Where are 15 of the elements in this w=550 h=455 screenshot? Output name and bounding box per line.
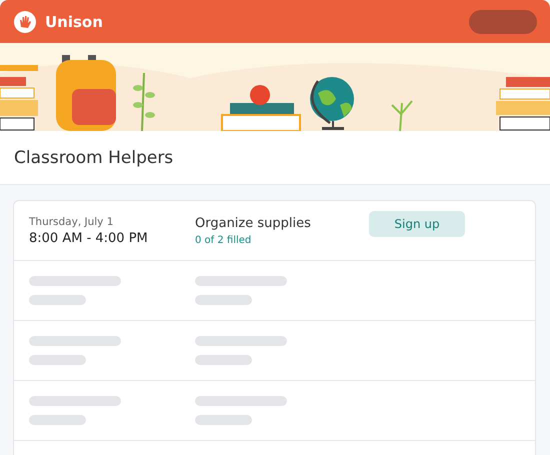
skeleton-line <box>195 415 252 425</box>
hand-logo-icon <box>14 10 36 32</box>
skeleton-line <box>29 415 86 425</box>
skeleton-line <box>29 295 86 305</box>
skeleton-line <box>195 295 252 305</box>
sign-up-button[interactable]: Sign up <box>369 210 465 236</box>
account-pill[interactable] <box>469 10 537 34</box>
brand-name: Unison <box>45 12 103 30</box>
slot-date: Thursday, July 1 <box>29 216 114 228</box>
skeleton-line <box>29 355 86 365</box>
task-name: Organize supplies <box>195 216 312 230</box>
page-title: Classroom Helpers <box>14 148 174 168</box>
slot-time: 8:00 AM - 4:00 PM <box>29 230 149 246</box>
filled-count: 0 of 2 filled <box>195 234 252 246</box>
skeleton-line <box>195 355 252 365</box>
